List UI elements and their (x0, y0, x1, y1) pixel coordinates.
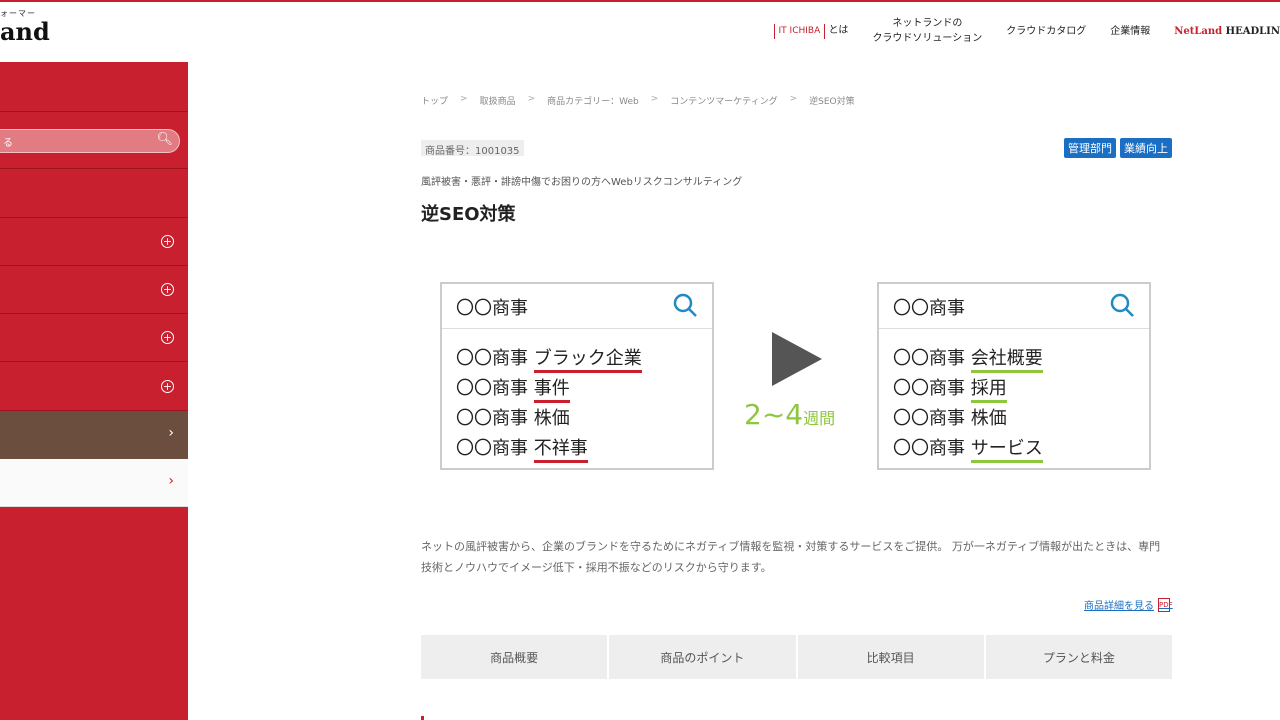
breadcrumb-current: 逆SEO対策 (809, 97, 855, 107)
site-logo[interactable]: ォーマー and (0, 8, 70, 46)
nav-it-ichiba[interactable]: IT ICHIBA とは (773, 23, 849, 39)
tag-management[interactable]: 管理部門 (1064, 138, 1116, 158)
expand-plus-icon[interactable]: + (161, 331, 174, 344)
breadcrumb-item[interactable]: コンテンツマーケティング (670, 94, 777, 107)
nav-company-info[interactable]: 企業情報 (1110, 24, 1150, 39)
nav-cloud-catalog[interactable]: クラウドカタログ (1006, 24, 1086, 39)
duration-unit: 週間 (803, 409, 836, 428)
netland-black-text: HEADLIN (1222, 25, 1280, 37)
breadcrumb-separator: > (460, 94, 468, 104)
suggestion-keyword: 不祥事 (533, 438, 588, 463)
sidebar-row-active[interactable]: › (0, 411, 188, 459)
breadcrumb: トップ > 取扱商品 > 商品カテゴリー：Web > コンテンツマーケティング > 逆S… (421, 94, 867, 107)
search-divider (879, 328, 1149, 329)
logo-brand: and (0, 17, 50, 46)
pdf-icon: PDF (1158, 597, 1173, 612)
sidebar-row-white[interactable]: › (0, 459, 188, 507)
chevron-right-icon: › (168, 473, 174, 489)
netland-red-text: NetLand (1174, 25, 1223, 37)
suggestion-prefix: 〇〇商事 (893, 378, 971, 399)
product-tabs: 商品概要 商品のポイント 比較項目 プランと料金 (421, 635, 1172, 679)
expand-plus-icon[interactable]: + (161, 283, 174, 296)
suggestion-line: 〇〇商事 ブラック企業 (456, 344, 642, 373)
suggestion-prefix: 〇〇商事 (456, 408, 534, 429)
suggestion-prefix: 〇〇商事 (893, 438, 971, 459)
tab-comparison[interactable]: 比較項目 (797, 635, 984, 679)
suggestion-prefix: 〇〇商事 (456, 438, 534, 459)
breadcrumb-item[interactable]: 取扱商品 (480, 94, 516, 107)
chevron-right-icon: › (168, 425, 174, 441)
product-description: ネットの風評被害から、企業のブランドを守るためにネガティブ情報を監視・対策するサ… (421, 540, 1161, 574)
sidebar-row-3[interactable]: + (0, 266, 188, 314)
suggestion-prefix: 〇〇商事 (456, 348, 534, 369)
search-divider (442, 328, 712, 329)
it-ichiba-logo: IT ICHIBA (773, 24, 826, 39)
nav-it-ichiba-suffix: とは (828, 25, 849, 36)
nav-netland-headline[interactable]: NetLand HEADLIN (1174, 24, 1280, 39)
suggestion-prefix: 〇〇商事 (893, 408, 971, 429)
suggestion-line: 〇〇商事 会社概要 (893, 344, 1043, 373)
search-query: 〇〇商事 (893, 298, 965, 319)
suggestion-line: 〇〇商事 株価 (893, 404, 1007, 430)
top-accent-line (0, 0, 1280, 2)
sidebar-row-top[interactable] (0, 62, 188, 112)
sidebar-row-5[interactable]: + (0, 362, 188, 411)
suggestion-line: 〇〇商事 株価 (456, 404, 570, 430)
suggestion-keyword: 事件 (533, 378, 570, 403)
product-tags: 管理部門 業績向上 (1064, 138, 1172, 158)
suggestion-line: 〇〇商事 不祥事 (456, 434, 588, 463)
suggestion-prefix: 〇〇商事 (893, 348, 971, 369)
suggestion-keyword: 株価 (970, 408, 1007, 429)
product-detail-label: 商品詳細を見る (1084, 601, 1154, 612)
expand-plus-icon[interactable]: + (161, 380, 174, 393)
breadcrumb-separator: > (789, 94, 798, 104)
nav-solution-line1: ネットランドの (892, 18, 963, 29)
sidebar-row-4[interactable]: + (0, 314, 188, 362)
tab-overview[interactable]: 商品概要 (421, 635, 608, 679)
nav-solution-line2: クラウドソリューション (872, 33, 983, 44)
suggestion-prefix: 〇〇商事 (456, 378, 534, 399)
tag-performance[interactable]: 業績向上 (1120, 138, 1172, 158)
page-title: 逆SEO対策 (421, 204, 516, 225)
tab-plans[interactable]: プランと料金 (985, 635, 1172, 679)
search-query: 〇〇商事 (456, 298, 528, 319)
sidebar-row-2[interactable]: + (0, 218, 188, 266)
breadcrumb-separator: > (527, 94, 536, 104)
product-detail-link[interactable]: 商品詳細を見る PDF (1084, 597, 1173, 612)
suggestion-keyword: ブラック企業 (533, 348, 642, 373)
search-result-before: 〇〇商事 〇〇商事 ブラック企業 〇〇商事 事件 〇〇商事 株価 〇〇商事 不祥… (440, 282, 714, 470)
breadcrumb-item[interactable]: 商品カテゴリー：Web (547, 94, 639, 107)
suggestion-keyword: 会社概要 (970, 348, 1043, 373)
section-marker (421, 716, 424, 720)
expand-plus-icon[interactable]: + (161, 235, 174, 248)
sidebar-row-1[interactable] (0, 169, 188, 218)
breadcrumb-separator: > (650, 94, 659, 104)
duration-number: 2~4 (744, 398, 804, 431)
magnifier-icon (1110, 293, 1134, 317)
search-result-after: 〇〇商事 〇〇商事 会社概要 〇〇商事 採用 〇〇商事 株価 〇〇商事 サービス (877, 282, 1151, 470)
product-id-badge: 商品番号：1001035 (421, 140, 524, 157)
suggestion-line: 〇〇商事 事件 (456, 374, 570, 403)
suggestion-keyword: 株価 (533, 408, 570, 429)
product-subtitle: 風評被害・悪評・誹謗中傷でお困りの方へWebリスクコンサルティング (421, 177, 743, 188)
tab-points[interactable]: 商品のポイント (609, 635, 796, 679)
nav-cloud-solution[interactable]: ネットランドの クラウドソリューション (872, 16, 982, 46)
breadcrumb-item[interactable]: トップ (421, 94, 448, 107)
suggestion-keyword: 採用 (970, 378, 1007, 403)
magnifier-icon (673, 293, 697, 317)
sidebar-search-row (0, 112, 188, 169)
duration-label: 2~4週間 (744, 398, 835, 431)
header-nav: IT ICHIBA とは ネットランドの クラウドソリューション クラウドカタロ… (750, 14, 1280, 48)
suggestion-line: 〇〇商事 採用 (893, 374, 1007, 403)
play-arrow-icon (772, 332, 822, 386)
suggestion-keyword: サービス (970, 438, 1043, 463)
sidebar: る 🔍︎ + + + + › › (0, 62, 188, 720)
suggestion-line: 〇〇商事 サービス (893, 434, 1043, 463)
